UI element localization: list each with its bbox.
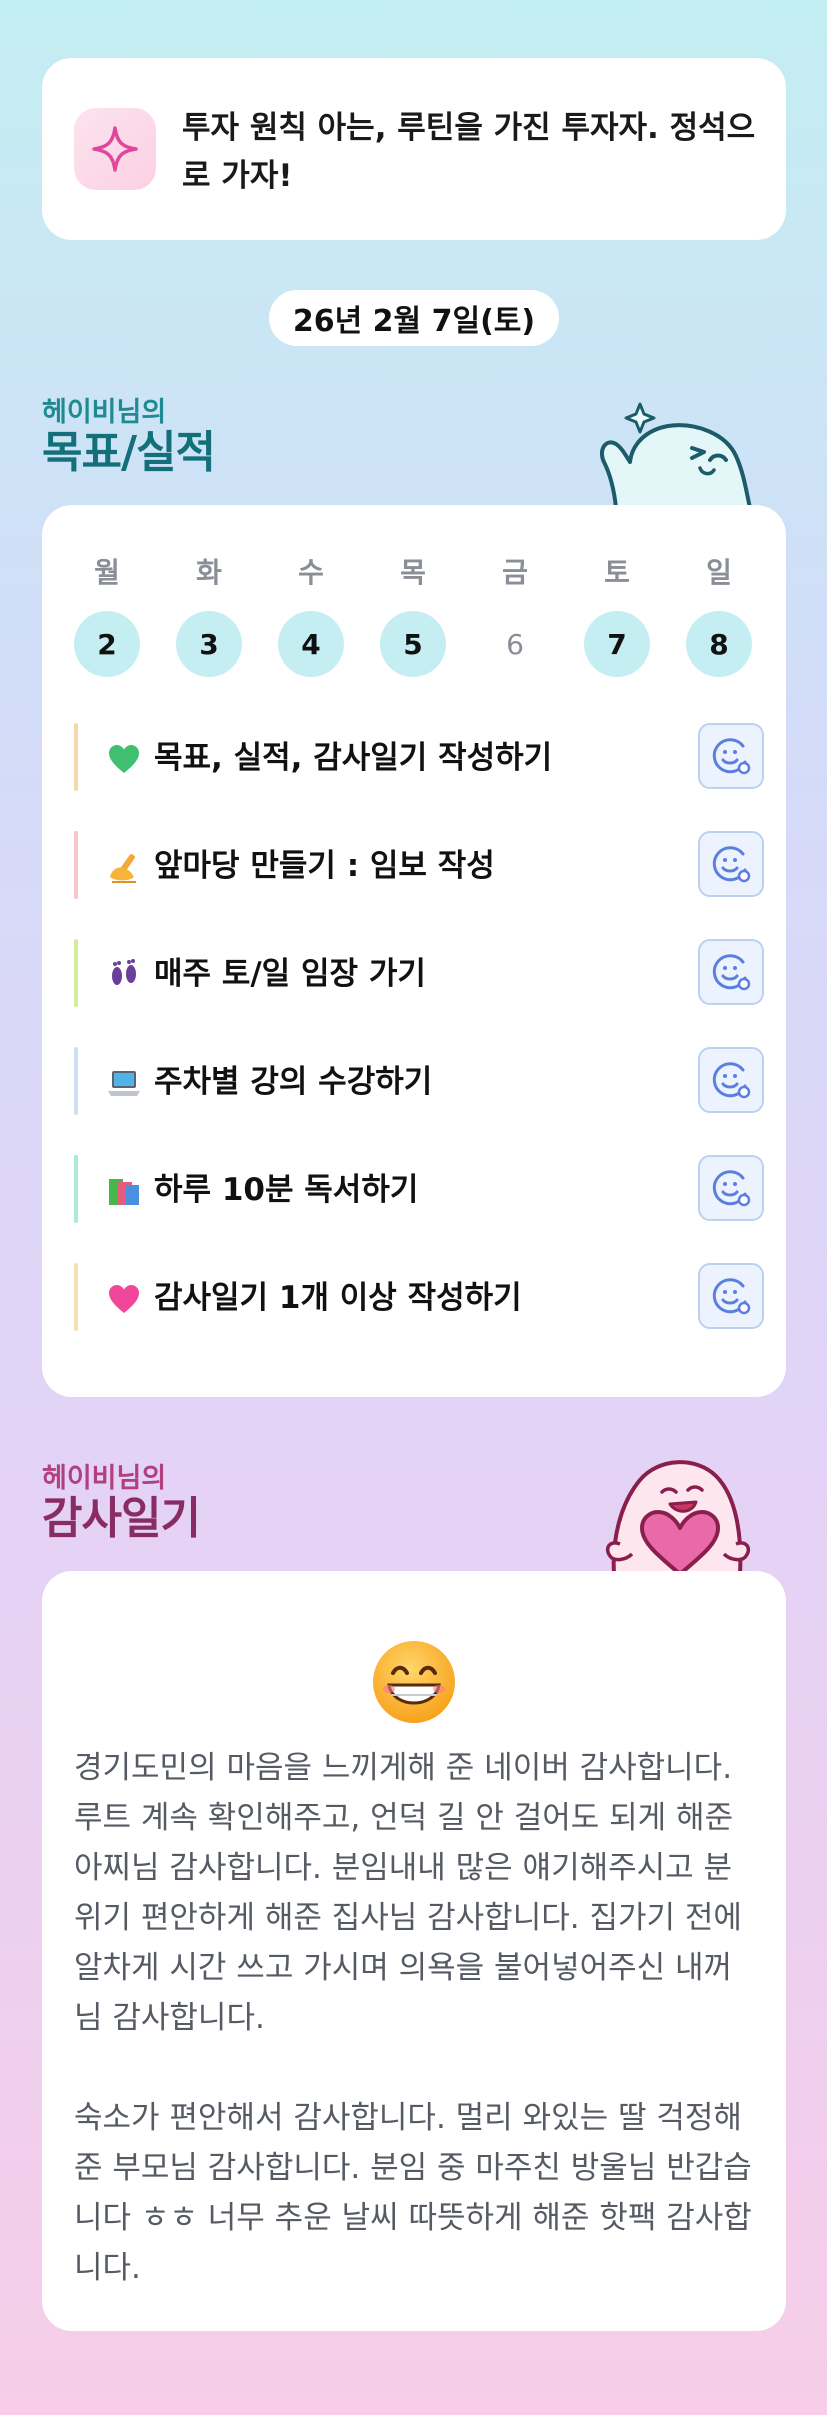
motto-text: 투자 원칙 아는, 루틴을 가진 투자자. 정석으로 가자! xyxy=(182,110,756,194)
day-thu[interactable]: 목 5 xyxy=(380,555,446,677)
smile-react-icon xyxy=(712,738,751,775)
goal-accent-bar xyxy=(74,1047,78,1115)
day-name: 토 xyxy=(604,556,630,589)
day-number: 5 xyxy=(380,611,446,677)
goal-item: 앞마당 만들기 : 임보 작성 xyxy=(74,831,764,899)
goal-accent-bar xyxy=(74,1155,78,1223)
grinning-face-icon xyxy=(373,1641,455,1723)
goal-item: 하루 10분 독서하기 xyxy=(74,1155,764,1223)
day-wed[interactable]: 수 4 xyxy=(278,555,344,677)
react-button[interactable] xyxy=(698,831,764,897)
react-button[interactable] xyxy=(698,1263,764,1329)
day-tue[interactable]: 화 3 xyxy=(176,555,242,677)
sparkle-icon xyxy=(74,108,156,190)
books-icon xyxy=(109,1179,139,1205)
day-name: 금 xyxy=(502,556,528,589)
goal-accent-bar xyxy=(74,831,78,899)
writing-hand-icon xyxy=(110,854,136,883)
day-sun[interactable]: 일 8 xyxy=(686,555,752,677)
goals-card: 월 2 화 3 수 4 목 5 금 6 토 7 일 8 목표, 실적, 감사일기… xyxy=(42,505,786,1397)
day-name: 일 xyxy=(706,556,732,589)
day-name: 월 xyxy=(94,556,120,589)
day-number: 8 xyxy=(686,611,752,677)
goal-label: 감사일기 1개 이상 작성하기 xyxy=(154,1280,522,1316)
smile-react-icon xyxy=(712,954,751,991)
react-button[interactable] xyxy=(698,1047,764,1113)
motto-card: 투자 원칙 아는, 루틴을 가진 투자자. 정석으로 가자! xyxy=(42,58,786,240)
goal-label: 하루 10분 독서하기 xyxy=(154,1172,419,1208)
day-name: 화 xyxy=(196,556,222,589)
day-sat[interactable]: 토 7 xyxy=(584,555,650,677)
smile-react-icon xyxy=(712,1062,751,1099)
date-label: 26년 2월 7일(토) xyxy=(269,290,559,346)
mascot-waving-icon xyxy=(599,402,752,508)
react-button[interactable] xyxy=(698,723,764,789)
goal-label: 목표, 실적, 감사일기 작성하기 xyxy=(154,740,553,776)
day-number: 2 xyxy=(74,611,140,677)
mascot-heart-icon xyxy=(605,1460,751,1574)
day-number: 3 xyxy=(176,611,242,677)
smile-react-icon xyxy=(712,1170,751,1207)
goal-item: 주차별 강의 수강하기 xyxy=(74,1047,764,1115)
day-name: 수 xyxy=(298,556,324,589)
goal-item: 감사일기 1개 이상 작성하기 xyxy=(74,1263,764,1331)
green-heart-icon xyxy=(109,745,139,773)
smile-react-icon xyxy=(712,846,751,883)
laptop-icon xyxy=(108,1071,140,1096)
day-number: 6 xyxy=(506,627,524,661)
react-button[interactable] xyxy=(698,1155,764,1221)
gratitude-text: 경기도민의 마음을 느끼게해 준 네이버 감사합니다. 루트 계속 확인해주고,… xyxy=(74,1750,752,2286)
goal-item: 매주 토/일 임장 가기 xyxy=(74,939,764,1007)
goal-accent-bar xyxy=(74,939,78,1007)
pink-heart-icon xyxy=(109,1285,139,1313)
day-fri[interactable]: 금 6 xyxy=(482,555,548,677)
day-number: 4 xyxy=(278,611,344,677)
react-button[interactable] xyxy=(698,939,764,1005)
footprints-icon xyxy=(112,959,136,985)
day-name: 목 xyxy=(400,556,426,589)
goal-accent-bar xyxy=(74,723,78,791)
gratitude-title: 감사일기 xyxy=(42,1493,201,1544)
goal-label: 앞마당 만들기 : 임보 작성 xyxy=(154,848,495,884)
gratitude-card: 경기도민의 마음을 느끼게해 준 네이버 감사합니다. 루트 계속 확인해주고,… xyxy=(42,1571,786,2331)
goal-item: 목표, 실적, 감사일기 작성하기 xyxy=(74,723,764,791)
goal-accent-bar xyxy=(74,1263,78,1331)
goal-label: 주차별 강의 수강하기 xyxy=(154,1064,433,1100)
day-number: 7 xyxy=(584,611,650,677)
goal-label: 매주 토/일 임장 가기 xyxy=(154,956,426,992)
smile-react-icon xyxy=(712,1278,751,1315)
day-mon[interactable]: 월 2 xyxy=(74,555,140,677)
goals-title: 목표/실적 xyxy=(42,427,216,478)
